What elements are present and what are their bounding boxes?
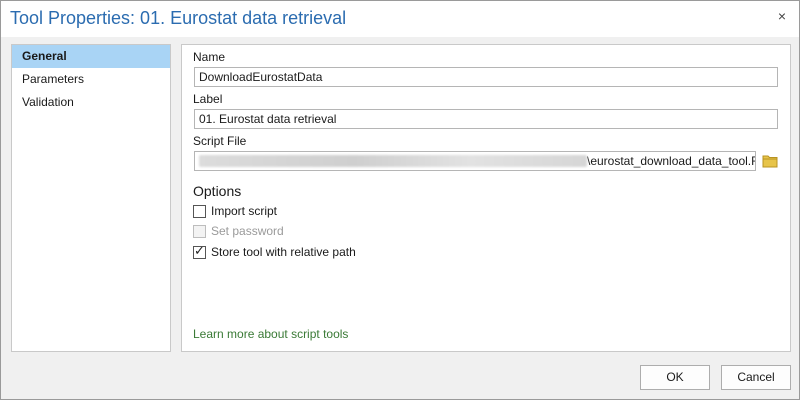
sidebar-item-general[interactable]: General bbox=[12, 45, 170, 68]
relative-path-checkbox[interactable]: ✓ bbox=[193, 242, 206, 259]
name-field[interactable]: DownloadEurostatData bbox=[194, 67, 778, 87]
script-file-label: Script File bbox=[193, 134, 247, 148]
dialog-title: Tool Properties: 01. Eurostat data retri… bbox=[10, 8, 347, 28]
relative-path-option[interactable]: ✓ Store tool with relative path bbox=[193, 242, 356, 260]
set-password-label: Set password bbox=[211, 224, 284, 238]
checkmark-icon: ✓ bbox=[194, 242, 205, 258]
ok-button[interactable]: OK bbox=[640, 365, 710, 390]
tool-properties-dialog: Tool Properties: 01. Eurostat data retri… bbox=[0, 0, 800, 400]
sidebar-item-parameters[interactable]: Parameters bbox=[12, 68, 170, 91]
label-field[interactable]: 01. Eurostat data retrieval bbox=[194, 109, 778, 129]
options-heading: Options bbox=[193, 183, 242, 199]
script-file-name: \eurostat_download_data_tool.R bbox=[587, 154, 756, 168]
cancel-button[interactable]: Cancel bbox=[721, 365, 791, 390]
import-script-checkbox[interactable] bbox=[193, 204, 206, 218]
relative-path-label: Store tool with relative path bbox=[211, 245, 356, 259]
name-label: Name bbox=[193, 50, 226, 64]
sidebar-item-validation[interactable]: Validation bbox=[12, 91, 170, 114]
title-bar: Tool Properties: 01. Eurostat data retri… bbox=[1, 1, 799, 37]
sidebar: General Parameters Validation bbox=[11, 44, 171, 352]
close-icon[interactable]: × bbox=[773, 7, 791, 25]
folder-icon[interactable] bbox=[762, 154, 778, 168]
import-script-option[interactable]: Import script bbox=[193, 203, 277, 219]
set-password-checkbox bbox=[193, 224, 206, 238]
learn-more-link[interactable]: Learn more about script tools bbox=[193, 327, 348, 341]
label-label: Label bbox=[193, 92, 223, 106]
blurred-path bbox=[199, 155, 587, 167]
set-password-option: Set password bbox=[193, 223, 284, 239]
script-file-field[interactable]: \eurostat_download_data_tool.R bbox=[194, 151, 756, 171]
import-script-label: Import script bbox=[211, 204, 278, 218]
general-panel: Name DownloadEurostatData Label 01. Euro… bbox=[181, 44, 791, 352]
